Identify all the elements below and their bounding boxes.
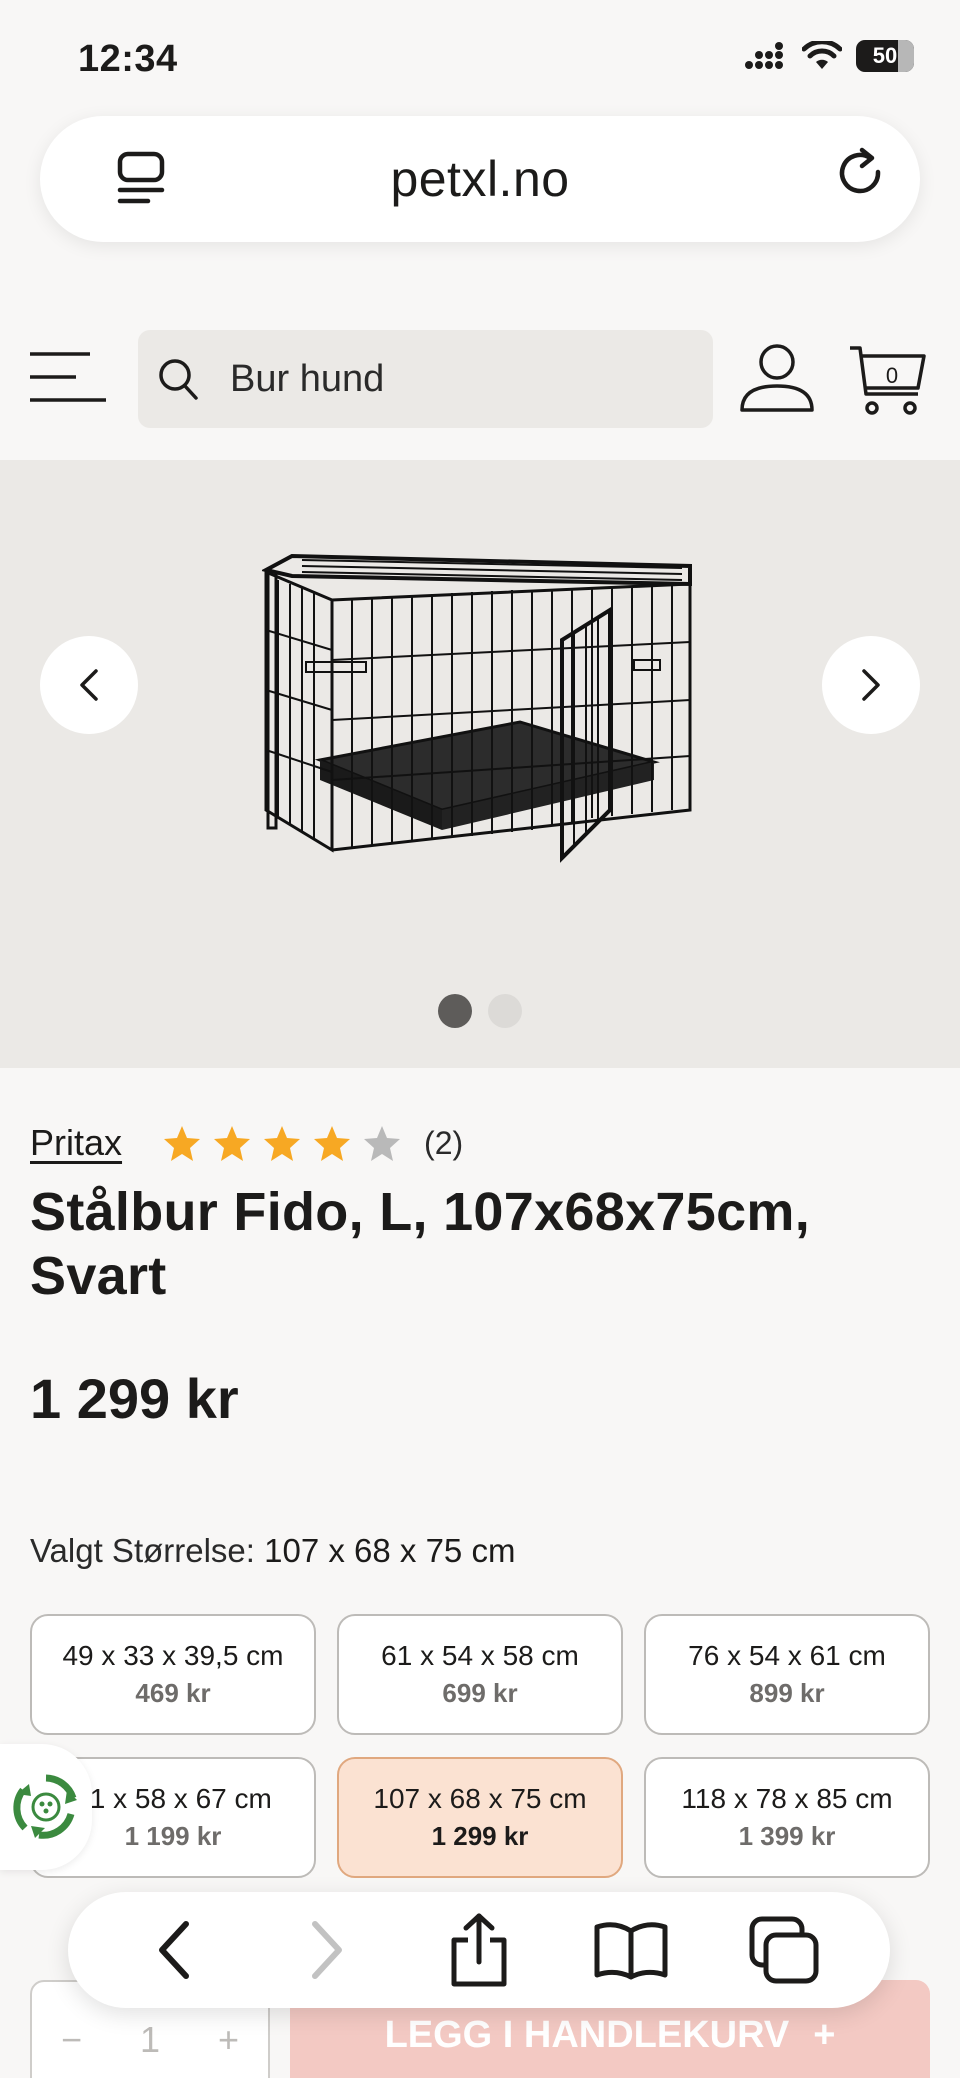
site-header: Bur hund 0 — [0, 320, 960, 460]
status-bar: 12:34 50 — [0, 0, 960, 110]
product-price: 1 299 kr — [30, 1367, 239, 1430]
browser-address-bar[interactable]: petxl.no — [40, 116, 920, 242]
status-icons: 50 — [744, 40, 914, 72]
selected-size-caption: Valgt Størrelse: — [30, 1532, 255, 1569]
star-filled-icon — [264, 1126, 301, 1161]
gallery-dot-2[interactable] — [488, 994, 522, 1028]
selected-size-value: 107 x 68 x 75 cm — [264, 1532, 516, 1569]
product-image-dog-cage — [262, 553, 692, 863]
cart-icon[interactable]: 0 — [848, 342, 928, 418]
star-filled-icon — [314, 1126, 351, 1161]
rating-stars[interactable] — [162, 1123, 402, 1163]
search-query[interactable]: Bur hund — [230, 358, 384, 401]
brand-rating-row: Pritax (2) — [30, 1122, 463, 1164]
size-price: 1 199 kr — [124, 1821, 222, 1851]
size-price: 1 299 kr — [431, 1821, 529, 1851]
gallery-next-button[interactable] — [822, 636, 920, 734]
status-time: 12:34 — [78, 38, 178, 80]
battery-icon: 50 — [856, 40, 914, 72]
brand-link[interactable]: Pritax — [30, 1122, 122, 1164]
size-dimensions: 91 x 58 x 67 cm — [74, 1783, 272, 1814]
add-to-cart-label: LEGG I HANDLEKURV — [384, 2013, 790, 2056]
size-option[interactable]: 76 x 54 x 61 cm 899 kr — [644, 1614, 930, 1735]
bookmarks-button[interactable] — [586, 1905, 676, 1995]
forward-button[interactable] — [282, 1905, 372, 1995]
url-text[interactable]: petxl.no — [390, 150, 569, 208]
share-button[interactable] — [434, 1905, 524, 1995]
battery-level: 50 — [872, 43, 898, 68]
gallery-prev-button[interactable] — [40, 636, 138, 734]
product-image-gallery[interactable] — [0, 460, 960, 1068]
gallery-pagination — [438, 994, 522, 1028]
size-option[interactable]: 118 x 78 x 85 cm 1 399 kr — [644, 1757, 930, 1878]
quantity-increase-button[interactable]: + — [218, 2019, 239, 2061]
size-price: 699 kr — [442, 1678, 518, 1708]
sustainability-badge[interactable] — [0, 1744, 92, 1870]
share-icon — [451, 1913, 507, 1987]
size-option[interactable]: 61 x 54 x 58 cm 699 kr — [337, 1614, 623, 1735]
tabs-button[interactable] — [739, 1905, 829, 1995]
size-dimensions: 107 x 68 x 75 cm — [373, 1783, 587, 1814]
chevron-left-icon — [80, 669, 98, 701]
size-dimensions: 49 x 33 x 39,5 cm — [62, 1640, 284, 1671]
chevron-right-icon — [311, 1921, 342, 1979]
selected-size-label: Valgt Størrelse: 107 x 68 x 75 cm — [30, 1532, 515, 1570]
star-filled-icon — [164, 1126, 201, 1161]
size-price: 899 kr — [749, 1678, 825, 1708]
size-price: 1 399 kr — [738, 1821, 836, 1851]
product-title: Stålbur Fido, L, 107x68x75cm, Svart — [30, 1182, 811, 1306]
reload-icon[interactable] — [834, 146, 890, 208]
chevron-right-icon — [862, 669, 880, 701]
account-icon[interactable] — [738, 342, 816, 414]
star-empty-icon — [364, 1126, 401, 1161]
add-to-cart-plus-icon: + — [813, 2013, 836, 2056]
recycle-icon — [13, 1774, 77, 1839]
gallery-dot-1[interactable] — [438, 994, 472, 1028]
review-count[interactable]: (2) — [424, 1125, 463, 1162]
size-dimensions: 61 x 54 x 58 cm — [381, 1640, 579, 1671]
size-options: 49 x 33 x 39,5 cm 469 kr 61 x 54 x 58 cm… — [30, 1614, 930, 1878]
book-icon — [594, 1922, 668, 1980]
tabs-icon — [749, 1916, 819, 1984]
star-filled-icon — [214, 1126, 251, 1161]
cart-count: 0 — [886, 363, 898, 388]
cellular-signal-icon — [745, 42, 783, 69]
quantity-decrease-button[interactable]: − — [61, 2019, 82, 2061]
back-button[interactable] — [129, 1905, 219, 1995]
chevron-left-icon — [159, 1921, 190, 1979]
quantity-value[interactable]: 1 — [140, 2019, 160, 2061]
size-option-selected[interactable]: 107 x 68 x 75 cm 1 299 kr — [337, 1757, 623, 1878]
wifi-icon — [802, 41, 842, 69]
size-price: 469 kr — [135, 1678, 211, 1708]
search-input[interactable]: Bur hund — [138, 330, 713, 428]
search-icon — [159, 359, 198, 400]
page-menu-icon[interactable] — [116, 150, 168, 206]
size-dimensions: 118 x 78 x 85 cm — [681, 1783, 893, 1814]
hamburger-menu-icon[interactable] — [28, 350, 108, 404]
browser-toolbar — [68, 1892, 890, 2008]
size-option[interactable]: 49 x 33 x 39,5 cm 469 kr — [30, 1614, 316, 1735]
size-dimensions: 76 x 54 x 61 cm — [688, 1640, 886, 1671]
